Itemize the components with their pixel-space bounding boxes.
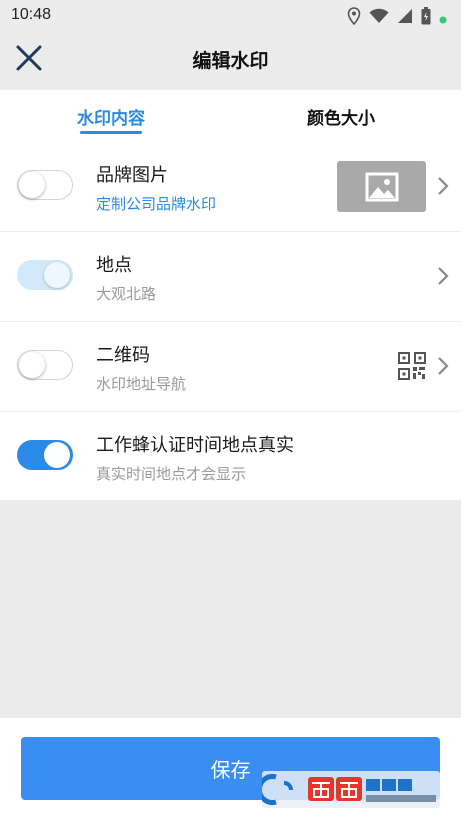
tab-watermark-content[interactable]: 水印内容 bbox=[77, 104, 145, 129]
location-icon bbox=[347, 7, 361, 29]
row-title: 品牌图片 bbox=[96, 165, 168, 186]
wifi-icon bbox=[369, 8, 389, 28]
brand-image-thumbnail[interactable] bbox=[337, 161, 426, 212]
list-item-qr-code[interactable]: 二维码 水印地址导航 bbox=[0, 322, 461, 412]
page-title: 编辑水印 bbox=[192, 50, 269, 72]
status-time: 10:48 bbox=[11, 6, 52, 23]
brand-image-toggle[interactable] bbox=[17, 170, 73, 200]
row-subtitle: 水印地址导航 bbox=[96, 375, 187, 393]
signal-icon bbox=[397, 8, 413, 28]
location-toggle[interactable] bbox=[17, 260, 73, 290]
toggle-knob bbox=[19, 172, 45, 198]
battery-icon bbox=[421, 7, 431, 29]
tab-color-size[interactable]: 颜色大小 bbox=[307, 104, 375, 129]
tab-bar: 水印内容 颜色大小 bbox=[0, 90, 461, 142]
qr-code-icon bbox=[398, 352, 426, 380]
toggle-knob bbox=[44, 262, 70, 288]
row-subtitle[interactable]: 定制公司品牌水印 bbox=[96, 193, 216, 214]
row-title: 地点 bbox=[96, 255, 132, 276]
status-bar: 10:48 bbox=[0, 0, 461, 32]
chevron-right-icon[interactable] bbox=[437, 176, 449, 196]
image-icon bbox=[365, 172, 398, 201]
status-icons bbox=[347, 7, 447, 29]
verified-time-location-toggle[interactable] bbox=[17, 440, 73, 470]
chevron-right-icon[interactable] bbox=[437, 266, 449, 286]
toggle-knob bbox=[19, 352, 45, 378]
row-title: 工作蜂认证时间地点真实 bbox=[96, 435, 294, 456]
chevron-right-icon[interactable] bbox=[437, 356, 449, 376]
app-bar: 编辑水印 bbox=[0, 32, 461, 90]
qr-code-toggle[interactable] bbox=[17, 350, 73, 380]
site-watermark-logo bbox=[262, 771, 440, 808]
row-subtitle: 真实时间地点才会显示 bbox=[96, 465, 247, 483]
toggle-knob bbox=[44, 442, 70, 468]
notification-dot-icon bbox=[439, 9, 447, 28]
list-item-brand-image[interactable]: 品牌图片 定制公司品牌水印 bbox=[0, 142, 461, 232]
list-item-location[interactable]: 地点 大观北路 bbox=[0, 232, 461, 322]
watermark-settings-list: 品牌图片 定制公司品牌水印 地点 大观北路 二维码 水印地址导航 工作蜂认证时间… bbox=[0, 142, 461, 500]
list-item-verified-time-location[interactable]: 工作蜂认证时间地点真实 真实时间地点才会显示 bbox=[0, 412, 461, 500]
row-subtitle: 大观北路 bbox=[96, 285, 157, 303]
row-title: 二维码 bbox=[96, 345, 150, 366]
tab-indicator bbox=[80, 131, 142, 134]
